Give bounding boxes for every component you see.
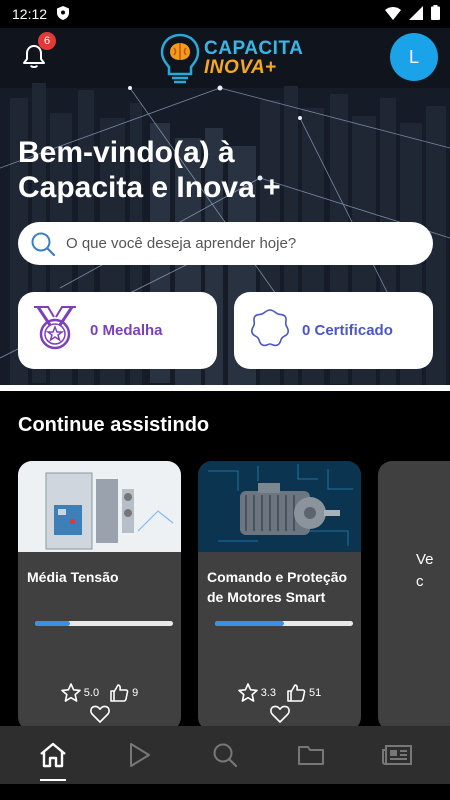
hero-banner: 6 CAPACITA INOVA+ L Bem-vindo(a) à Capac… xyxy=(0,28,450,385)
wifi-icon xyxy=(385,6,401,23)
favorite-heart-icon[interactable] xyxy=(269,705,290,728)
search-icon xyxy=(213,743,238,768)
nav-home[interactable] xyxy=(28,735,78,781)
signal-icon xyxy=(409,5,423,23)
favorite-heart-icon[interactable] xyxy=(89,705,110,728)
course-stats: 3.3 51 xyxy=(198,683,361,702)
course-thumbnail-motor xyxy=(198,461,361,552)
course-progress-bar xyxy=(215,621,353,626)
rating-value: 3.3 xyxy=(260,686,277,699)
star-icon xyxy=(237,683,258,702)
avatar[interactable]: L xyxy=(390,33,438,81)
search-bar[interactable]: O que você deseja aprender hoje? xyxy=(18,222,433,265)
newspaper-icon xyxy=(382,745,412,765)
play-icon xyxy=(130,743,150,767)
status-time: 12:12 xyxy=(12,6,48,22)
course-card-media-tensao[interactable]: Média Tensão 5.0 9 xyxy=(18,461,181,731)
battery-icon xyxy=(431,5,440,23)
welcome-line-1: Bem-vindo(a) à xyxy=(18,136,235,169)
nav-news[interactable] xyxy=(372,735,422,775)
logo-text-inova: INOVA+ xyxy=(204,57,277,78)
logo-plus: + xyxy=(265,57,277,78)
thumbs-up-icon[interactable] xyxy=(109,683,129,702)
nav-play[interactable] xyxy=(114,735,164,775)
course-stats: 5.0 9 xyxy=(18,683,181,702)
bottom-navigation xyxy=(0,726,450,784)
folder-icon xyxy=(298,746,324,765)
medals-card[interactable]: 0 Medalha xyxy=(18,292,217,369)
course-progress-fill xyxy=(35,621,70,626)
system-navigation-bar xyxy=(0,784,450,800)
section-divider xyxy=(0,385,450,391)
course-progress-fill xyxy=(215,621,284,626)
search-icon xyxy=(30,231,56,257)
notification-count-badge: 6 xyxy=(38,32,56,50)
medals-count-label: 0 Medalha xyxy=(90,322,163,339)
course-card-comando-motores[interactable]: Comando e Proteção de Motores Smart 3.3 … xyxy=(198,461,361,731)
welcome-heading: Bem-vindo(a) à Capacita e Inova + xyxy=(18,135,418,205)
course-thumbnail-switchgear xyxy=(18,461,181,552)
rating: 3.3 xyxy=(237,683,277,702)
capacita-inova-logo: CAPACITA INOVA+ xyxy=(158,32,303,84)
likes-count: 9 xyxy=(132,686,139,699)
rating: 5.0 xyxy=(60,683,100,702)
shield-icon xyxy=(57,5,70,23)
home-icon xyxy=(40,742,66,768)
course-title: Comando e Proteção de Motores Smart xyxy=(207,569,348,605)
nav-search[interactable] xyxy=(200,735,250,775)
search-input[interactable]: O que você deseja aprender hoje? xyxy=(66,235,296,252)
likes-count: 51 xyxy=(309,686,322,699)
likes: 9 xyxy=(109,683,138,702)
course-progress-bar xyxy=(35,621,173,626)
likes: 51 xyxy=(286,683,321,702)
lightbulb-brain-icon xyxy=(160,33,200,84)
partial-card-text: Ve c xyxy=(416,551,434,590)
certificate-badge-icon xyxy=(250,308,290,353)
continue-watching-title: Continue assistindo xyxy=(18,414,210,436)
certificates-card[interactable]: 0 Certificado xyxy=(234,292,433,369)
welcome-line-2: Capacita e Inova + xyxy=(18,171,281,204)
course-card-partial[interactable]: Ve c xyxy=(378,461,450,731)
status-bar: 12:12 xyxy=(0,0,450,28)
certificates-count-label: 0 Certificado xyxy=(302,322,393,339)
rating-value: 5.0 xyxy=(83,686,100,699)
medal-icon xyxy=(32,305,78,356)
star-icon xyxy=(60,683,81,702)
nav-folder[interactable] xyxy=(286,735,336,775)
course-title: Média Tensão xyxy=(27,569,119,585)
thumbs-up-icon[interactable] xyxy=(286,683,306,702)
